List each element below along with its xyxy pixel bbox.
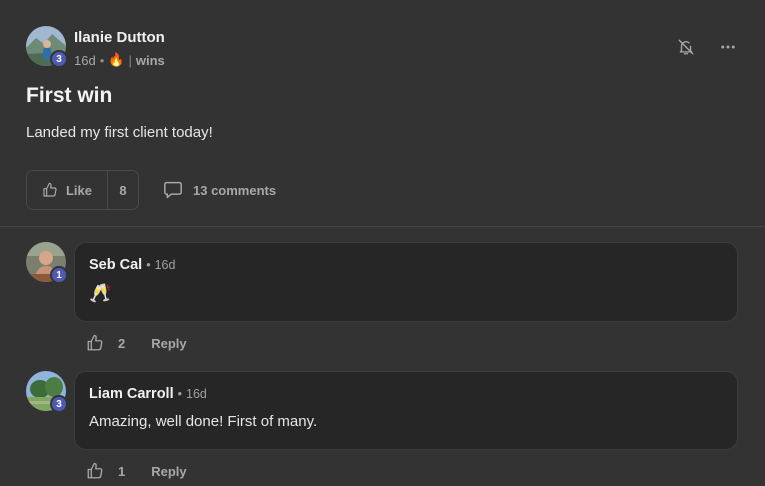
- like-count[interactable]: 8: [108, 183, 138, 198]
- comment-text: Amazing, well done! First of many.: [89, 413, 318, 430]
- author-level-number: 3: [56, 53, 62, 65]
- comment-author[interactable]: Seb Cal: [89, 257, 142, 273]
- comment-level-badge: 1: [50, 266, 68, 284]
- comment-author[interactable]: Liam Carroll: [89, 386, 174, 402]
- like-group: Like 8: [26, 170, 139, 210]
- author-level-badge: 3: [50, 50, 68, 68]
- meta-separator: •: [99, 52, 105, 68]
- comment-icon: [163, 181, 183, 199]
- comment-actions: 1 Reply: [86, 462, 187, 480]
- post-time: 16d: [74, 52, 96, 68]
- comment-time-separator: •: [177, 387, 182, 401]
- comment-like-count[interactable]: 1: [118, 464, 125, 479]
- comment-bubble: Seb Cal • 16d 🥂: [74, 242, 738, 322]
- thumbs-up-icon: [42, 182, 58, 198]
- category-separator: |: [128, 52, 132, 68]
- comments-button[interactable]: 13 comments: [163, 178, 276, 202]
- post-body: Landed my first client today!: [26, 124, 213, 141]
- comment-bubble: Liam Carroll • 16d Amazing, well done! F…: [74, 371, 738, 450]
- comment-item: 3 Liam Carroll • 16d Amazing, well done!…: [0, 371, 765, 486]
- comment-like-count[interactable]: 2: [118, 336, 125, 351]
- like-label: Like: [65, 182, 92, 198]
- post-meta: 16d • 🔥 | wins: [74, 52, 165, 68]
- reply-button[interactable]: Reply: [151, 464, 186, 479]
- comment-time-separator: •: [146, 258, 151, 272]
- comment-level-number: 1: [56, 269, 62, 281]
- post-header: 3 Ilanie Dutton 16d • 🔥 | wins: [26, 26, 739, 70]
- author-name[interactable]: Ilanie Dutton: [74, 29, 165, 46]
- streak-icon: 🔥: [108, 52, 125, 67]
- comment-like-icon[interactable]: [86, 334, 104, 352]
- comment-level-number: 3: [56, 398, 62, 410]
- comment-header: Liam Carroll • 16d: [89, 386, 207, 402]
- comment-header: Seb Cal • 16d: [89, 257, 175, 273]
- comment-level-badge: 3: [50, 395, 68, 413]
- post-category[interactable]: wins: [136, 53, 165, 68]
- divider: [0, 226, 765, 227]
- comment-actions: 2 Reply: [86, 334, 187, 352]
- comment-time: 16d: [186, 387, 207, 401]
- comment-text: 🥂: [89, 283, 112, 303]
- comment-like-icon[interactable]: [86, 462, 104, 480]
- header-actions: [675, 36, 739, 58]
- comment-time: 16d: [154, 258, 176, 272]
- like-button[interactable]: Like: [27, 171, 108, 209]
- reply-button[interactable]: Reply: [151, 336, 186, 351]
- post-title: First win: [26, 84, 113, 107]
- bell-off-icon[interactable]: [675, 36, 697, 58]
- comment-item: 1 Seb Cal • 16d 🥂 2 Reply: [0, 242, 765, 357]
- comments-count-label: 13 comments: [193, 182, 277, 198]
- more-options-icon[interactable]: [717, 36, 739, 58]
